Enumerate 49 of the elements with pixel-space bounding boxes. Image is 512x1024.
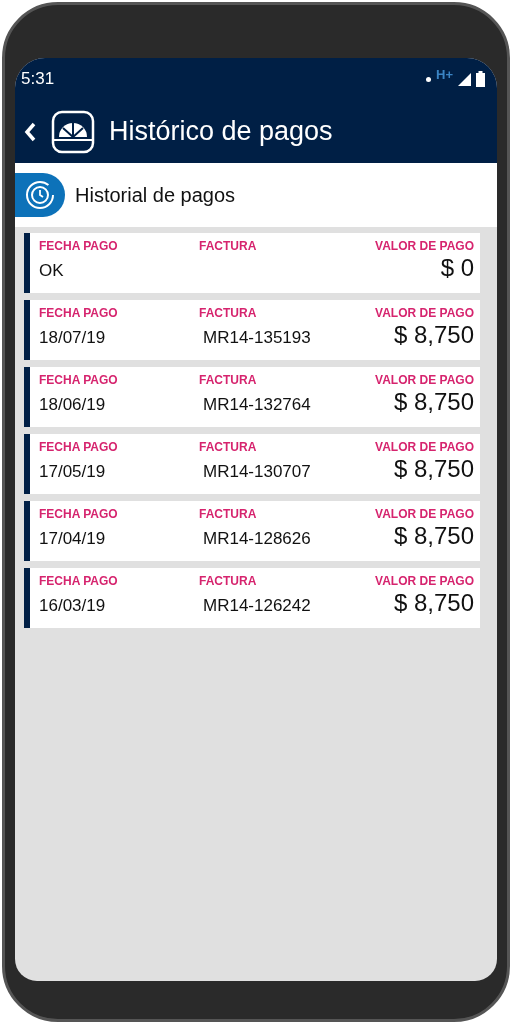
payment-card[interactable]: FECHA PAGO 16/03/19 FACTURA MR14-126242 VALOR DE PAGO $ 8,750 [24, 568, 480, 628]
screen-title: Histórico de pagos [109, 115, 333, 149]
field-label: FECHA PAGO [39, 506, 118, 522]
field-label: FACTURA [199, 305, 257, 321]
field-label: VALOR DE PAGO [375, 305, 474, 321]
payment-card[interactable]: FECHA PAGO OK FACTURA VALOR DE PAGO $ 0 [24, 233, 480, 293]
field-value: 18/06/19 [39, 394, 106, 416]
field-value: MR14-132764 [203, 394, 311, 416]
gauge-icon [51, 109, 95, 154]
field-label: VALOR DE PAGO [375, 439, 474, 455]
field-value: MR14-128626 [203, 528, 311, 550]
battery-icon [476, 71, 485, 87]
field-label: FACTURA [199, 439, 257, 455]
field-value: 17/04/19 [39, 528, 106, 550]
signal-icon [458, 72, 471, 86]
field-value: MR14-126242 [203, 595, 311, 617]
field-value: $ 8,750 [393, 388, 474, 416]
back-icon[interactable] [23, 120, 37, 143]
field-value: OK [39, 260, 64, 282]
field-value: 17/05/19 [39, 461, 106, 483]
field-label: VALOR DE PAGO [375, 238, 474, 254]
field-label: FACTURA [199, 573, 257, 589]
field-label: FECHA PAGO [39, 439, 118, 455]
field-label: VALOR DE PAGO [375, 506, 474, 522]
field-value: 18/07/19 [39, 327, 106, 349]
field-label: FACTURA [199, 372, 257, 388]
field-label: FECHA PAGO [39, 238, 118, 254]
field-label: FACTURA [199, 506, 257, 522]
field-value: $ 8,750 [393, 522, 474, 550]
payment-card[interactable]: FECHA PAGO 17/04/19 FACTURA MR14-128626 VALOR DE PAGO $ 8,750 [24, 501, 480, 561]
field-value: $ 8,750 [393, 589, 474, 617]
section-title: Historial de pagos [75, 183, 236, 208]
field-value: $ 8,750 [393, 455, 474, 483]
field-label: FECHA PAGO [39, 372, 118, 388]
field-value: $ 0 [440, 254, 474, 282]
field-value: MR14-130707 [203, 461, 311, 483]
field-value: 16/03/19 [39, 595, 106, 617]
status-time: 5:31 [21, 68, 55, 91]
payment-card[interactable]: FECHA PAGO 18/07/19 FACTURA MR14-135193 VALOR DE PAGO $ 8,750 [24, 300, 480, 360]
field-value: MR14-135193 [203, 327, 311, 349]
payment-card[interactable]: FECHA PAGO 17/05/19 FACTURA MR14-130707 VALOR DE PAGO $ 8,750 [24, 434, 480, 494]
field-label: FECHA PAGO [39, 305, 118, 321]
field-label: FACTURA [199, 238, 257, 254]
network-type: H+ [436, 66, 453, 85]
field-value: $ 8,750 [393, 321, 474, 349]
field-label: VALOR DE PAGO [375, 372, 474, 388]
field-label: FECHA PAGO [39, 573, 118, 589]
field-label: VALOR DE PAGO [375, 573, 474, 589]
payment-card[interactable]: FECHA PAGO 18/06/19 FACTURA MR14-132764 VALOR DE PAGO $ 8,750 [24, 367, 480, 427]
